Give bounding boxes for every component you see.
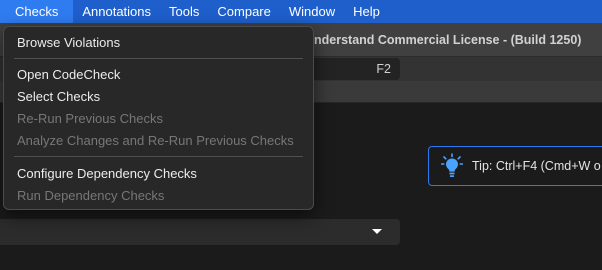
window-title: nderstand Commercial License - (Build 12…	[314, 33, 582, 47]
menu-item-rerun-previous-checks: Re-Run Previous Checks	[17, 111, 163, 126]
shortcut-key-label: F2	[376, 62, 391, 76]
combo-box[interactable]	[0, 219, 400, 245]
menu-separator	[14, 58, 303, 59]
menu-item-browse-violations[interactable]: Browse Violations	[17, 35, 120, 51]
menu-checks[interactable]: Checks	[0, 0, 74, 23]
menu-item-run-dependency-checks: Run Dependency Checks	[17, 188, 165, 203]
menu-compare[interactable]: Compare	[208, 0, 279, 23]
tip-box: Tip: Ctrl+F4 (Cmd+W o	[428, 146, 602, 186]
menu-item-analyze-changes-rerun: Analyze Changes and Re-Run Previous Chec…	[17, 133, 294, 148]
menu-item-open-codecheck[interactable]: Open CodeCheck	[17, 67, 120, 83]
tip-text: Tip: Ctrl+F4 (Cmd+W o	[472, 159, 601, 173]
menu-separator	[14, 156, 303, 157]
shortcut-field[interactable]: F2	[310, 58, 400, 80]
menu-item-configure-dependency-checks[interactable]: Configure Dependency Checks	[17, 166, 197, 182]
menu-help[interactable]: Help	[344, 0, 389, 23]
lightbulb-icon	[441, 153, 463, 177]
menu-bar: Checks Annotations Tools Compare Window …	[0, 0, 602, 23]
checks-menu: Browse Violations Open CodeCheck Select …	[3, 26, 314, 210]
menu-tools[interactable]: Tools	[160, 0, 208, 23]
menu-annotations[interactable]: Annotations	[73, 0, 160, 23]
menu-window[interactable]: Window	[280, 0, 344, 23]
caret-down-icon[interactable]	[372, 229, 382, 234]
menu-item-select-checks[interactable]: Select Checks	[17, 89, 100, 105]
